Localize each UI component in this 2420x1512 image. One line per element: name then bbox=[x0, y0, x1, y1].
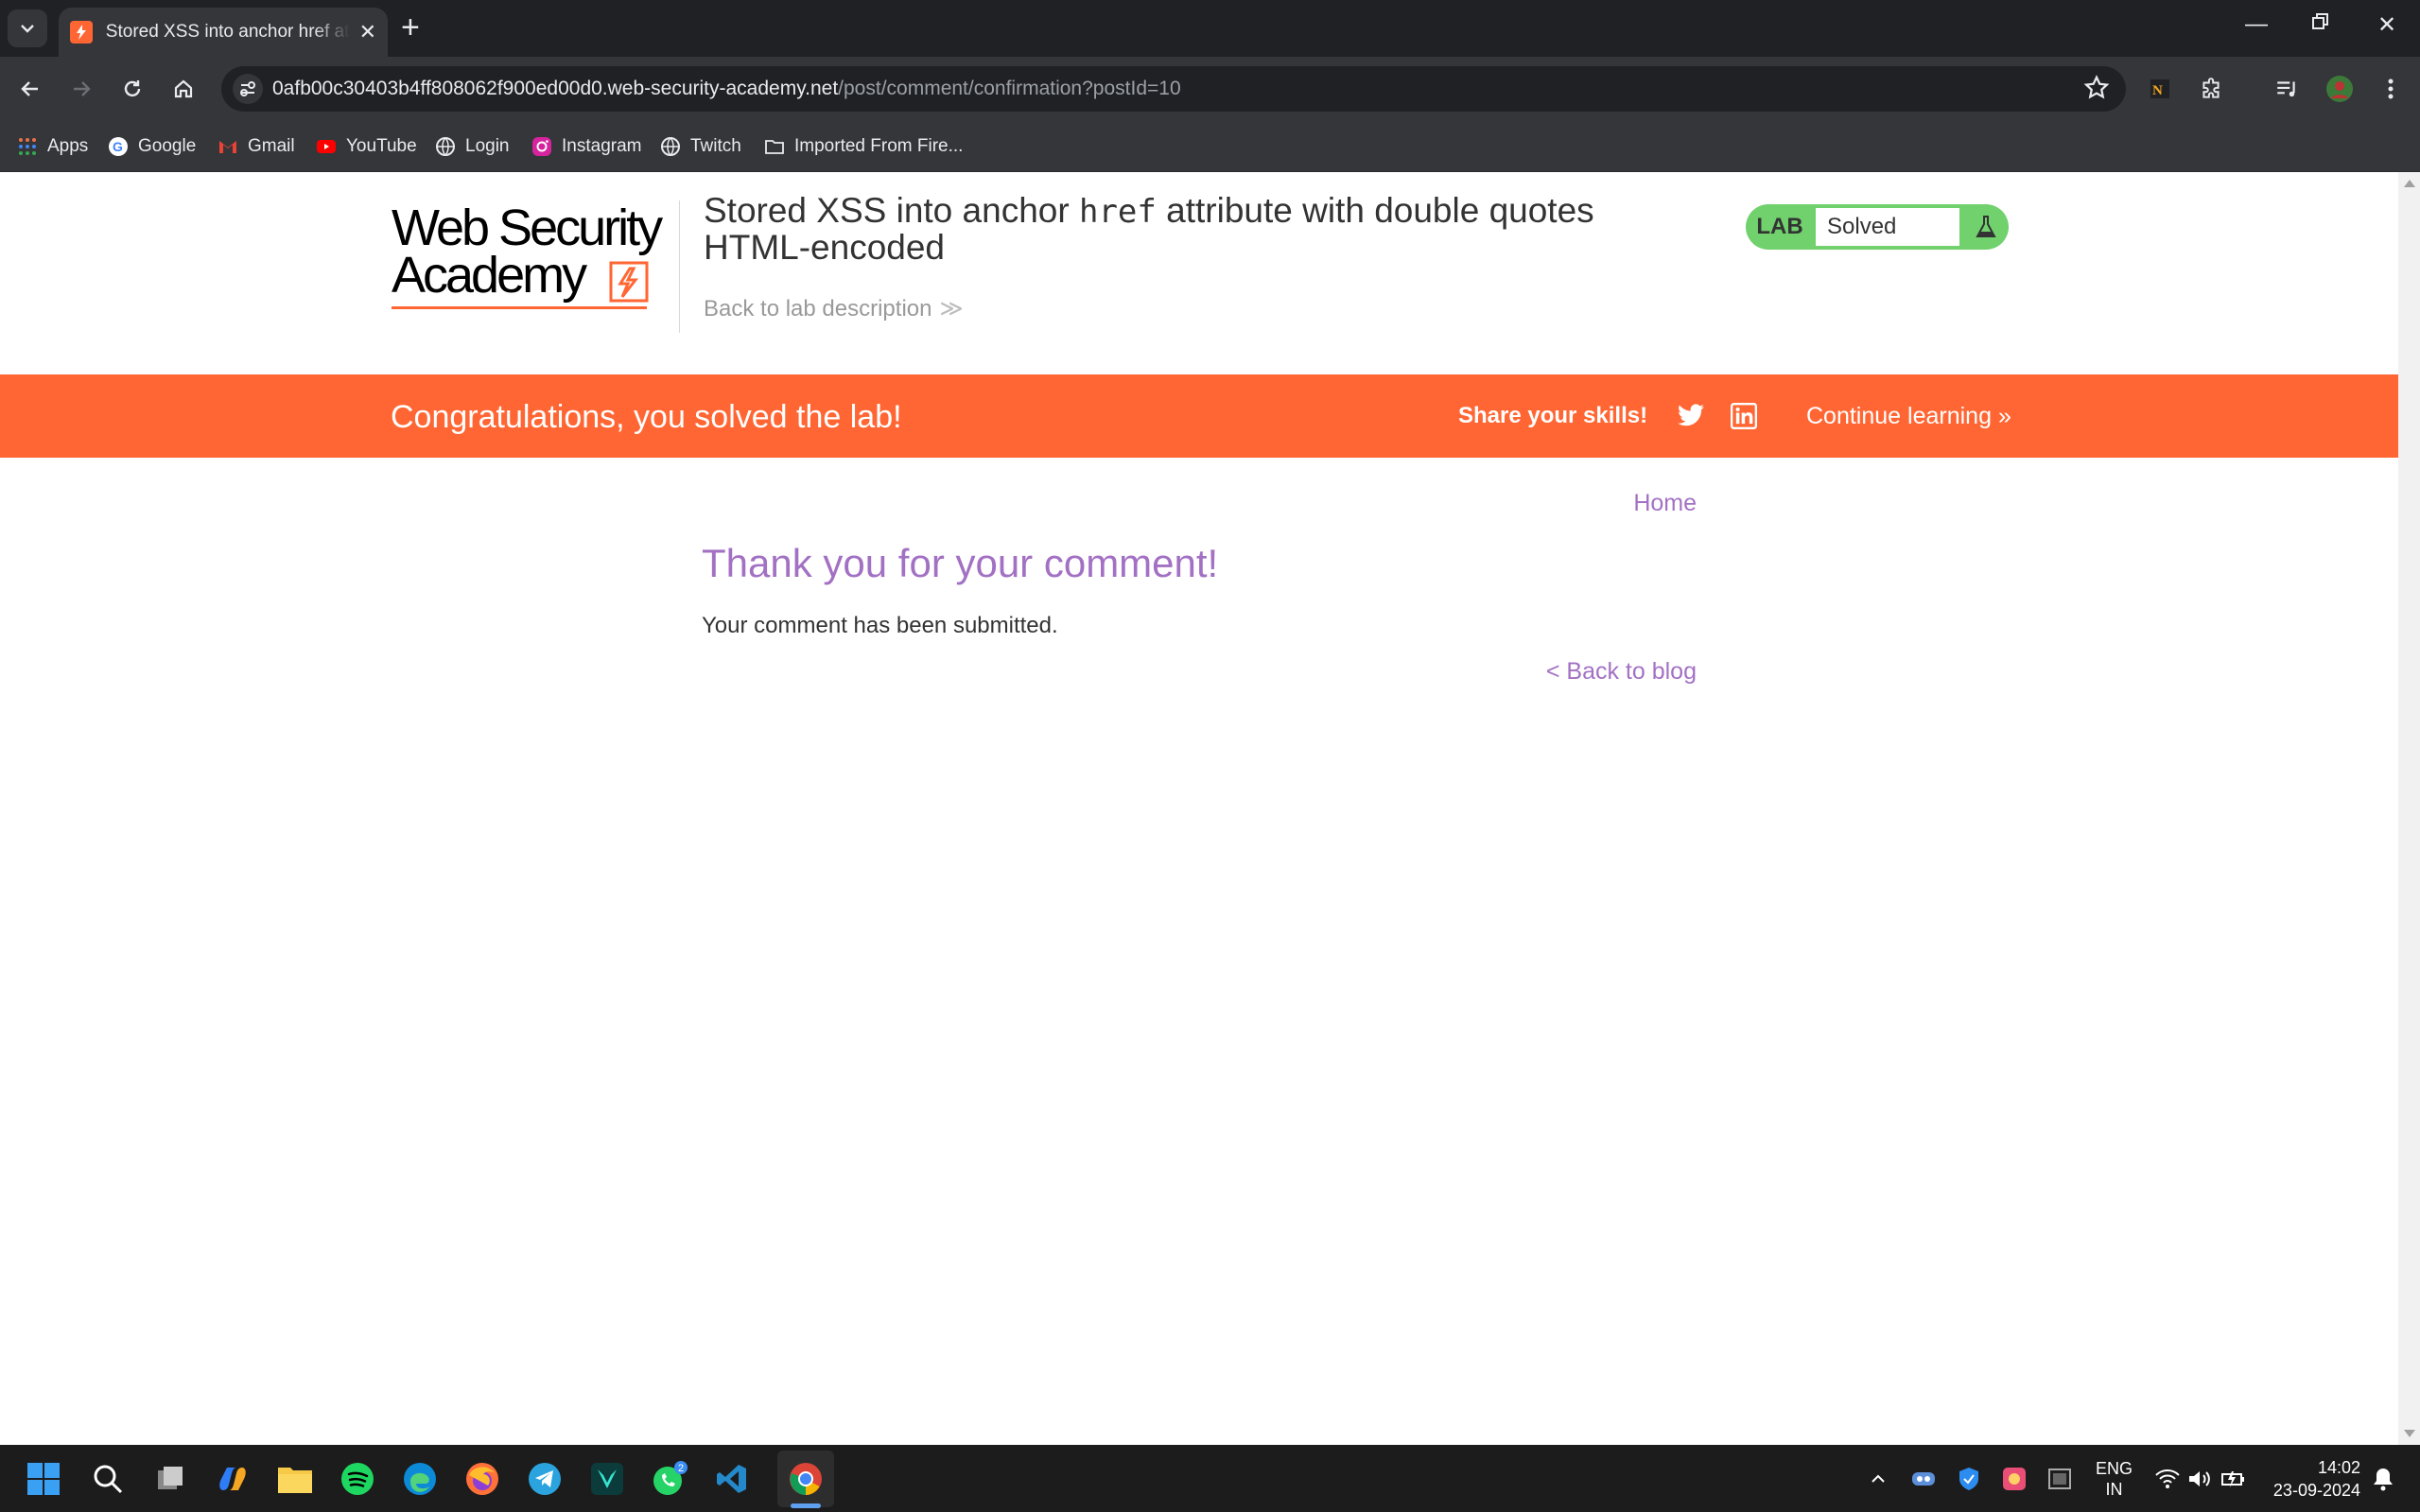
solved-banner: Congratulations, you solved the lab! Sha… bbox=[0, 374, 2398, 458]
linkedin-icon[interactable] bbox=[1731, 403, 1757, 429]
windows-taskbar: 2 ENG IN 14:02 23-09-2024 bbox=[0, 1445, 2420, 1512]
file-explorer-icon[interactable] bbox=[276, 1460, 314, 1498]
bookmark-login[interactable]: Login bbox=[435, 134, 510, 159]
lab-badge: LAB bbox=[1756, 214, 1803, 239]
google-icon: G bbox=[109, 137, 128, 156]
web-security-academy-logo[interactable]: Web Security Academy bbox=[392, 200, 675, 314]
chrome-menu-icon[interactable] bbox=[2372, 70, 2410, 108]
lab-status-widget: LAB Solved bbox=[1746, 204, 2009, 250]
restore-icon[interactable] bbox=[2311, 11, 2330, 38]
gmail-icon bbox=[219, 141, 236, 153]
lab-header: Web Security Academy Stored XSS into anc… bbox=[0, 172, 2398, 374]
lab-status-text: Solved bbox=[1816, 208, 1959, 246]
tray-app-icon[interactable] bbox=[1905, 1460, 1942, 1498]
congratulations-message: Congratulations, you solved the lab! bbox=[391, 399, 902, 435]
whatsapp-icon[interactable]: 2 bbox=[651, 1460, 688, 1498]
browser-toolbar: 0afb00c30403b4ff808062f900ed00d0.web-sec… bbox=[0, 57, 2420, 121]
bookmark-star-icon[interactable] bbox=[2082, 74, 2111, 107]
profile-avatar-icon[interactable] bbox=[2321, 70, 2359, 108]
active-tab[interactable]: Stored XSS into anchor href attribute wi… bbox=[59, 8, 388, 57]
double-chevron-right-icon: » bbox=[1997, 403, 2011, 429]
scroll-down-arrow-icon[interactable] bbox=[2404, 1430, 2415, 1437]
notion-extension-icon[interactable]: N bbox=[2141, 70, 2179, 108]
task-view-icon[interactable] bbox=[151, 1460, 189, 1498]
bookmark-google[interactable]: G Google bbox=[108, 134, 196, 159]
site-info-icon[interactable] bbox=[233, 74, 263, 104]
predator-sense-icon[interactable] bbox=[588, 1460, 626, 1498]
back-to-blog-link[interactable]: < Back to blog bbox=[1546, 658, 1697, 686]
forward-icon[interactable] bbox=[62, 70, 100, 108]
back-icon[interactable] bbox=[11, 70, 49, 108]
chevron-down-icon bbox=[21, 25, 34, 33]
whatsapp-badge: 2 bbox=[678, 1463, 684, 1474]
header-divider bbox=[679, 200, 680, 333]
bookmarks-bar: Apps G Google Gmail YouTube Login Instag… bbox=[0, 121, 2420, 172]
close-window-icon[interactable]: ✕ bbox=[2377, 11, 2396, 39]
portswigger-favicon-icon bbox=[70, 21, 93, 43]
tab-search-button[interactable] bbox=[8, 9, 47, 47]
lab-title: Stored XSS into anchor href attribute wi… bbox=[704, 191, 1594, 267]
system-clock[interactable]: 14:02 23-09-2024 bbox=[2266, 1456, 2360, 1502]
home-icon[interactable] bbox=[165, 70, 202, 108]
extensions-puzzle-icon[interactable] bbox=[2192, 70, 2230, 108]
tab-title: Stored XSS into anchor href attribute wi… bbox=[105, 22, 350, 42]
search-icon[interactable] bbox=[89, 1460, 127, 1498]
bookmark-twitch[interactable]: Twitch bbox=[660, 134, 741, 159]
svg-text:N: N bbox=[2152, 83, 2163, 98]
security-shield-icon[interactable] bbox=[1950, 1460, 1988, 1498]
copilot-icon[interactable] bbox=[214, 1460, 252, 1498]
media-controls-icon[interactable] bbox=[2268, 70, 2306, 108]
confirmation-message: Your comment has been submitted. bbox=[702, 613, 1058, 638]
continue-learning-link[interactable]: Continue learning » bbox=[1806, 403, 2011, 430]
double-chevron-right-icon: ≫ bbox=[939, 296, 964, 322]
folder-icon bbox=[765, 140, 784, 154]
new-tab-button[interactable]: + bbox=[401, 11, 420, 43]
tab-strip: Stored XSS into anchor href attribute wi… bbox=[0, 0, 2420, 57]
bookmark-folder-imported[interactable]: Imported From Fire... bbox=[764, 134, 963, 159]
web-page: Web Security Academy Stored XSS into anc… bbox=[0, 172, 2398, 1445]
confirmation-heading: Thank you for your comment! bbox=[702, 541, 1219, 585]
bookmark-instagram[interactable]: Instagram bbox=[531, 134, 641, 159]
active-app-indicator bbox=[791, 1503, 821, 1508]
back-to-lab-description-link[interactable]: Back to lab description ≫ bbox=[704, 295, 964, 322]
minimize-icon[interactable]: — bbox=[2245, 11, 2268, 38]
tray-device-icon[interactable] bbox=[2041, 1460, 2079, 1498]
twitter-icon[interactable] bbox=[1678, 403, 1704, 427]
bookmark-youtube[interactable]: YouTube bbox=[316, 134, 417, 159]
svg-text:G: G bbox=[113, 139, 123, 154]
reload-icon[interactable] bbox=[113, 70, 151, 108]
academy-bolt-icon bbox=[609, 261, 649, 303]
bookmark-gmail[interactable]: Gmail bbox=[218, 134, 295, 159]
firefox-icon[interactable] bbox=[463, 1460, 501, 1498]
chrome-icon[interactable] bbox=[787, 1460, 825, 1498]
edge-icon[interactable] bbox=[401, 1460, 439, 1498]
globe-icon bbox=[436, 137, 455, 156]
logo-underline bbox=[392, 306, 647, 309]
tray-colorful-app-icon[interactable] bbox=[1995, 1460, 2033, 1498]
vscode-icon[interactable] bbox=[713, 1460, 751, 1498]
language-indicator[interactable]: ENG IN bbox=[2096, 1458, 2133, 1500]
windows-start-icon[interactable] bbox=[25, 1460, 62, 1498]
logo-line2: Academy bbox=[392, 247, 587, 304]
url-text: 0afb00c30403b4ff808062f900ed00d0.web-sec… bbox=[272, 78, 1181, 99]
instagram-icon bbox=[532, 137, 551, 156]
spotify-icon[interactable] bbox=[339, 1460, 376, 1498]
address-bar[interactable]: 0afb00c30403b4ff808062f900ed00d0.web-sec… bbox=[221, 66, 2126, 112]
bookmark-apps[interactable]: Apps bbox=[17, 134, 88, 159]
show-hidden-icons-chevron-icon[interactable] bbox=[1859, 1460, 1897, 1498]
scroll-up-arrow-icon[interactable] bbox=[2404, 180, 2415, 187]
tab-close-icon[interactable]: ✕ bbox=[359, 20, 376, 44]
share-skills-label: Share your skills! bbox=[1458, 403, 1648, 428]
telegram-icon[interactable] bbox=[526, 1460, 564, 1498]
globe-icon bbox=[661, 137, 680, 156]
home-link[interactable]: Home bbox=[1633, 490, 1697, 517]
flask-icon bbox=[1976, 216, 1996, 237]
page-scrollbar[interactable] bbox=[2398, 172, 2420, 1445]
notifications-bell-icon[interactable] bbox=[2364, 1460, 2402, 1498]
apps-grid-icon bbox=[19, 138, 36, 155]
youtube-icon bbox=[317, 140, 336, 153]
battery-icon[interactable] bbox=[2215, 1460, 2253, 1498]
volume-icon[interactable] bbox=[2181, 1460, 2219, 1498]
